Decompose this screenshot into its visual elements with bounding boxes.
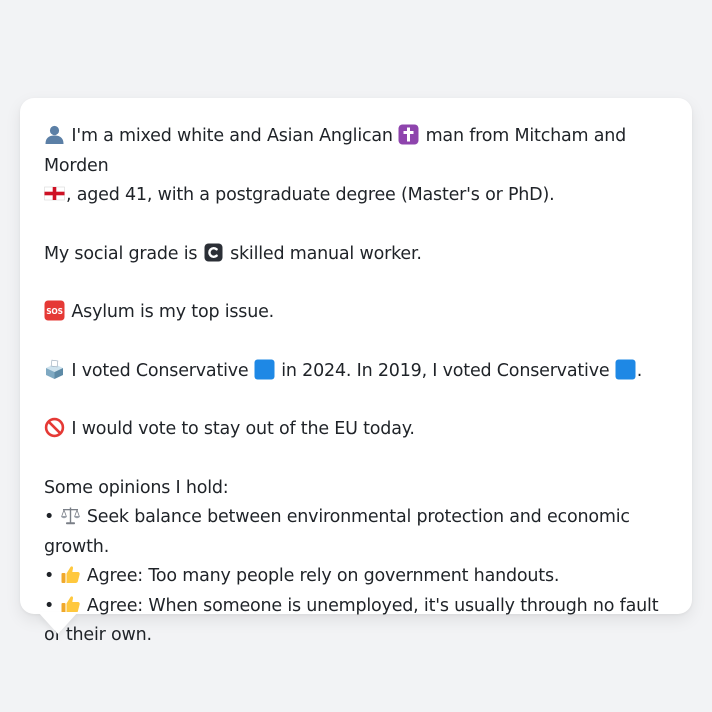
top-issue-paragraph: SOS Asylum is my top issue. (44, 298, 668, 328)
vote-paragraph: I voted Conservative in 2024. In 2019, I… (44, 357, 668, 387)
intro-paragraph: I'm a mixed white and Asian Anglican man… (44, 122, 668, 211)
opinion-item: • Agree: Too many people rely on governm… (44, 562, 668, 592)
message-bubble: I'm a mixed white and Asian Anglican man… (20, 98, 692, 645)
svg-text:SOS: SOS (46, 307, 63, 316)
intro-text-3: , aged 41, with a postgraduate degree (M… (66, 185, 555, 205)
opinion-item: • Seek balance between environmental pro… (44, 503, 668, 562)
bullet-marker: • (44, 507, 55, 527)
top-issue-text: Asylum is my top issue. (71, 302, 275, 322)
intro-text-1: I'm a mixed white and Asian Anglican (71, 126, 393, 146)
blue-square-icon-2019 (615, 359, 636, 380)
opinion-text: Seek balance between environmental prote… (44, 507, 630, 557)
vote-text-2: in 2024. In 2019, I voted Conservative (281, 360, 610, 381)
opinion-text: Agree: When someone is unemployed, it's … (44, 595, 659, 646)
opinions-heading: Some opinions I hold: (44, 477, 229, 498)
england-flag-icon (44, 183, 65, 204)
opinion-item: • Agree: When someone is unemployed, it'… (44, 592, 668, 651)
opinion-text: Agree: Too many people rely on governmen… (86, 566, 560, 586)
blue-square-icon-2024 (254, 359, 275, 380)
sos-icon: SOS (44, 300, 65, 321)
bubble-tail (38, 612, 78, 634)
eu-paragraph: I would vote to stay out of the EU today… (44, 415, 668, 445)
latin-cross-icon (398, 124, 419, 145)
vote-text-1: I voted Conservative (71, 360, 249, 381)
person-silhouette-icon (44, 124, 65, 145)
social-text-1: My social grade is (44, 243, 198, 264)
social-text-2: skilled manual worker. (230, 243, 422, 264)
ballot-box-icon (44, 359, 65, 380)
balance-scale-icon (60, 505, 81, 526)
eu-text: I would vote to stay out of the EU today… (71, 419, 415, 439)
thumbs-up-icon (60, 564, 81, 585)
no-entry-icon (44, 417, 65, 438)
letter-c-icon (203, 242, 224, 263)
social-grade-paragraph: My social grade is skilled manual worker… (44, 240, 668, 270)
vote-text-3: . (636, 360, 643, 381)
bullet-marker: • (44, 566, 55, 586)
